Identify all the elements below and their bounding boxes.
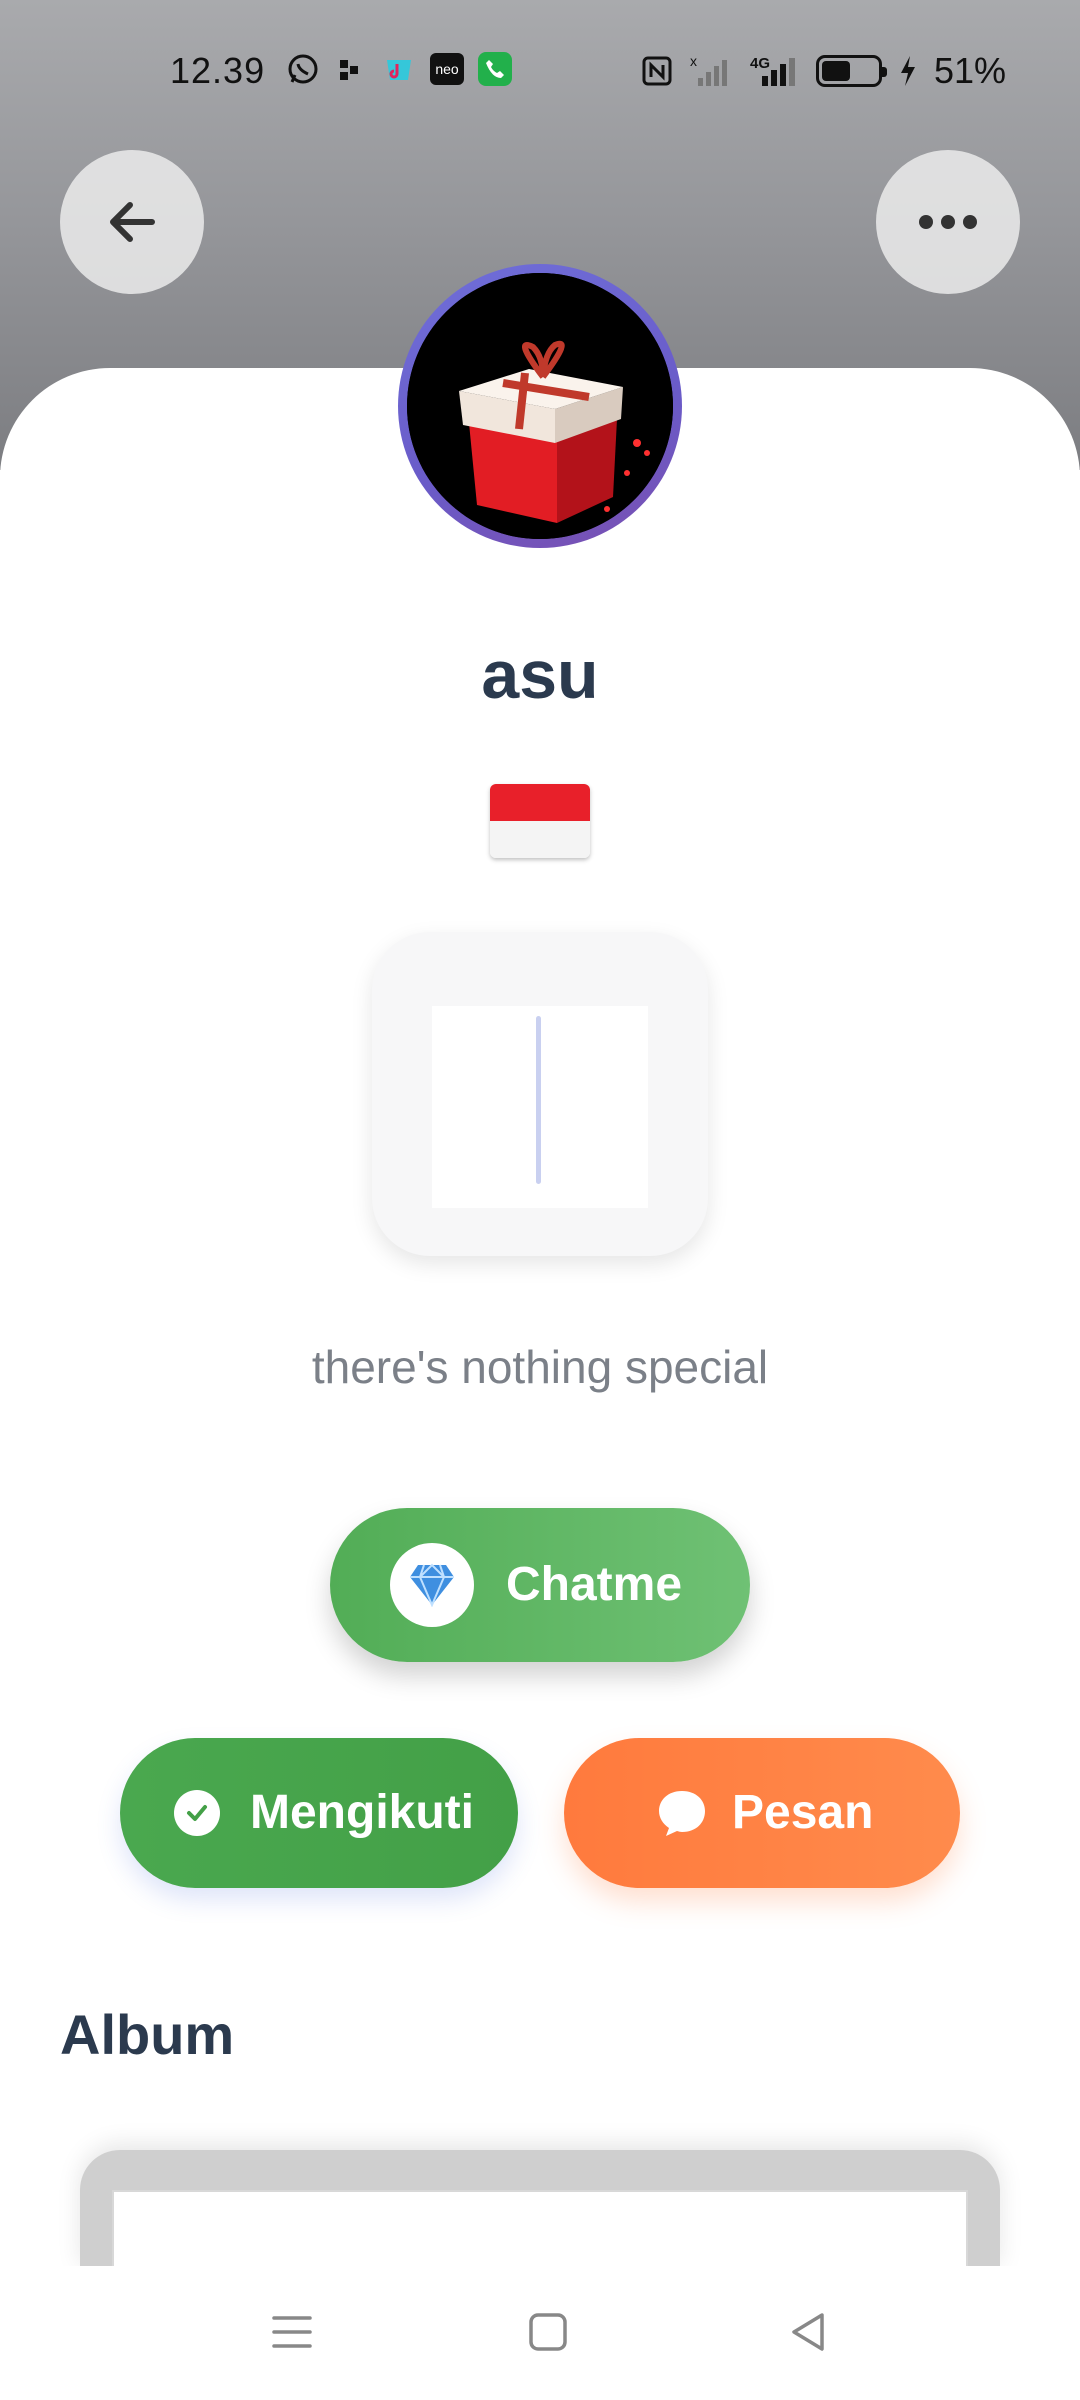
media-placeholder-line [536,1016,541,1184]
profile-bio: there's nothing special [311,1341,769,1393]
svg-text:x: x [690,54,697,69]
album-preview[interactable] [80,2150,1000,2310]
battery-level-fill [821,61,850,81]
status-right-icons: x 4G 51% [640,50,1006,92]
network-type-label: 4G [750,55,770,72]
neo-icon: neo [430,53,464,85]
media-placeholder-inner [432,1006,648,1208]
signal-4g-icon: 4G [746,54,800,88]
chat-bubble-icon [659,1791,705,1836]
chatme-label: Chatme [506,1558,683,1611]
album-section-title: Album [60,2003,235,2066]
following-button[interactable]: Mengikuti [120,1738,518,1888]
battery-icon [815,55,887,87]
message-button[interactable]: Pesan [564,1738,960,1888]
indonesia-flag-icon [490,784,590,858]
phone-icon [478,52,512,86]
recent-apps-button[interactable] [256,2296,328,2368]
avatar-image [407,273,673,539]
media-placeholder[interactable] [372,932,708,1256]
chatme-icon-container [390,1543,474,1627]
system-back-button[interactable] [772,2296,844,2368]
chatme-button[interactable]: Chatme [330,1508,750,1662]
status-left-icons: neo [286,52,512,86]
signal-off-icon: x [690,54,730,88]
home-button[interactable] [512,2296,584,2368]
menu-icon [272,2316,312,2348]
profile-username: asu [481,637,599,713]
gift-box-icon [407,273,673,539]
arrow-left-icon [110,202,155,242]
nfc-icon [640,54,674,88]
message-label: Pesan [732,1786,874,1839]
system-nav-bar [0,2266,1080,2400]
status-bar: 12.39 neo x 4G 51% [0,0,1080,140]
whatsapp-icon [286,52,320,86]
battery-percent: 51% [933,50,1006,91]
more-options-button[interactable] [876,150,1020,294]
following-label: Mengikuti [250,1786,474,1839]
back-triangle-icon [792,2313,824,2351]
check-circle-icon [174,1790,220,1836]
back-button[interactable] [60,150,204,294]
app-dots-icon [334,52,368,86]
status-time: 12.39 [170,50,266,91]
tiktok-shop-icon [382,52,416,86]
diamond-icon [410,1563,454,1607]
charging-icon [898,54,918,88]
home-square-icon [529,2313,567,2351]
more-horizontal-icon [919,215,977,229]
avatar[interactable] [398,264,682,548]
